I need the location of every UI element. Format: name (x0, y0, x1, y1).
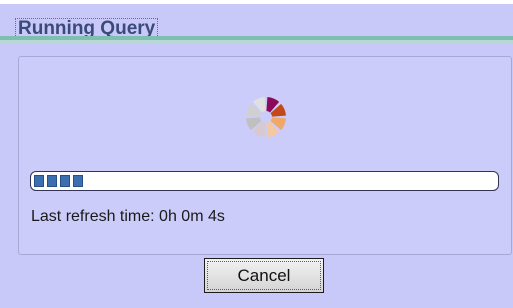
last-refresh-time: Last refresh time: 0h 0m 4s (31, 208, 225, 225)
progress-segment (47, 175, 57, 187)
progress-segment (34, 175, 44, 187)
progress-segment (60, 175, 70, 187)
loading-spinner-icon (246, 97, 286, 137)
progress-segment (73, 175, 83, 187)
running-query-dialog: Running Query Last refresh time: 0h 0m 4… (0, 0, 513, 308)
cancel-button[interactable]: Cancel (204, 258, 324, 293)
title-divider-shadow (0, 40, 513, 43)
progress-fill (34, 175, 83, 187)
progress-bar (30, 171, 499, 191)
progress-track (34, 175, 495, 187)
